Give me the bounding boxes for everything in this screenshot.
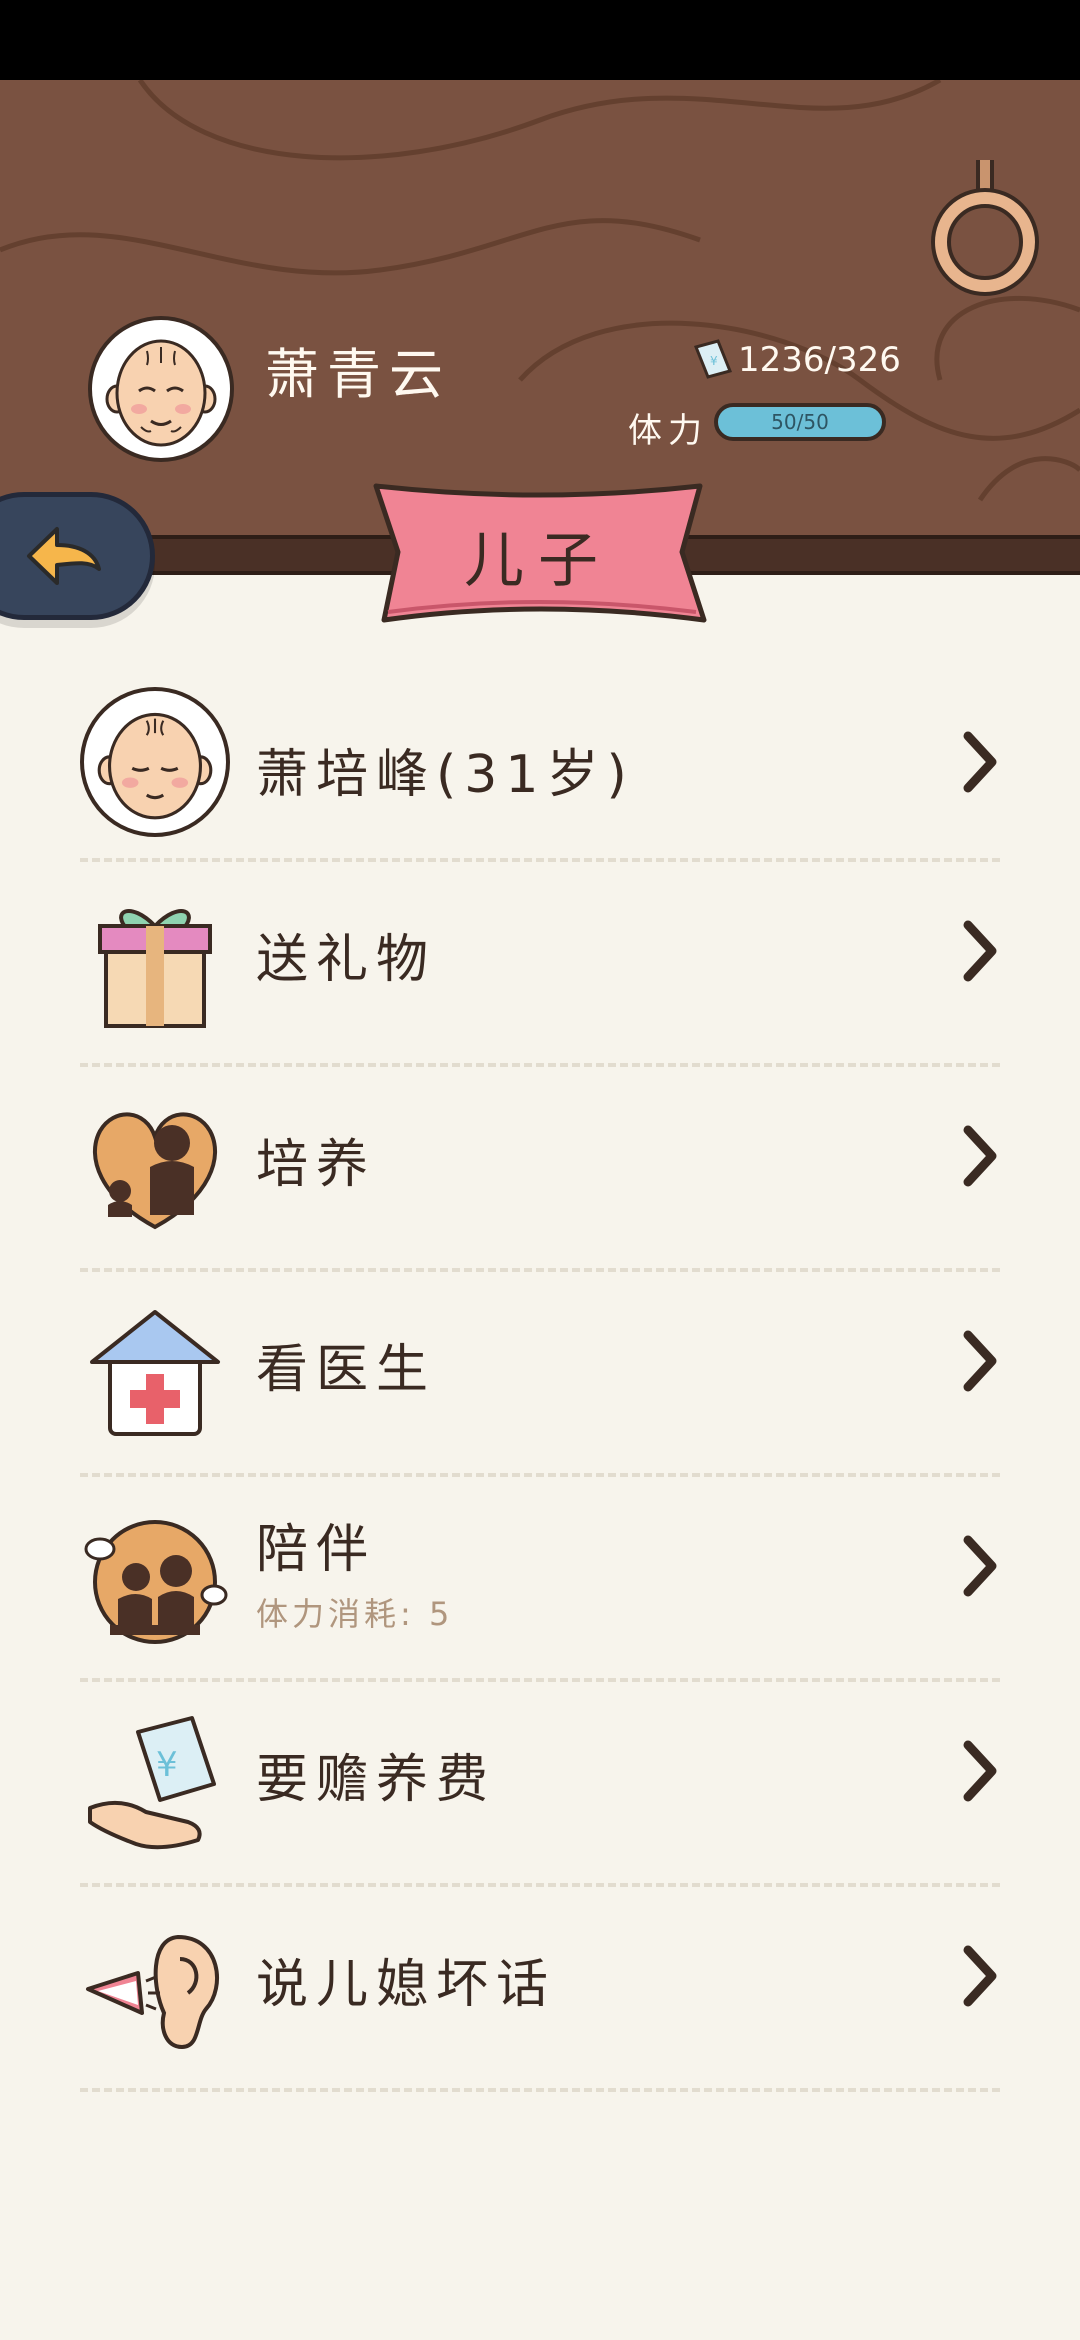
elder-face-icon [105,339,217,447]
see-doctor-row[interactable]: 看医生 [80,1272,1000,1477]
chevron-right-icon [963,920,997,982]
money-in-hand-icon: ¥ [88,1716,216,1850]
stamina-cost-label: 体力消耗: 5 [256,1595,454,1633]
banknote-icon: ¥ [693,339,733,379]
accompany-row[interactable]: 陪伴 体力消耗: 5 [80,1477,1000,1682]
baby-face-icon [97,712,213,820]
nurture-row[interactable]: 培养 [80,1067,1000,1272]
chevron-right-icon [963,731,997,793]
back-arrow-icon [27,527,101,585]
nurture-label: 培养 [256,1135,377,1195]
gift-box-icon [98,909,212,1028]
player-name: 萧青云 [265,343,451,406]
send-gift-label: 送礼物 [256,930,437,990]
header-panel: 萧青云 ¥ 1236/326 体力 50/50 [0,80,1080,535]
accompany-label: 陪伴 [256,1520,377,1580]
see-doctor-label: 看医生 [256,1340,437,1400]
svg-text:¥: ¥ [710,354,718,368]
gossip-label: 说儿媳坏话 [256,1955,557,2015]
send-gift-row[interactable]: 送礼物 [80,862,1000,1067]
money-counter: 1236/326 [738,340,901,380]
action-menu: 萧培峰(31岁) 送礼物 培养 看医生 陪伴 体力消耗: 5 ¥ 要赡养费 说儿… [80,582,1000,2092]
chevron-right-icon [963,1740,997,1802]
son-info-row[interactable]: 萧培峰(31岁) [80,582,1000,862]
son-name-label: 萧培峰(31岁) [256,745,635,805]
chevron-right-icon [963,1125,997,1187]
wood-grain-background [0,80,1080,502]
chevron-right-icon [963,1330,997,1392]
stamina-bar: 50/50 [714,403,886,441]
parent-child-heart-icon [92,1112,218,1230]
ask-alimony-row[interactable]: ¥ 要赡养费 [80,1682,1000,1887]
status-bar [0,0,1080,80]
stamina-label: 体力 [628,411,708,451]
player-avatar[interactable] [88,316,234,462]
whisper-ear-icon [86,1934,219,2050]
family-together-icon [84,1520,228,1644]
son-avatar [80,687,230,837]
hanging-ring-icon [931,160,1039,296]
chevron-right-icon [963,1535,997,1597]
stamina-value: 50/50 [771,410,829,434]
chevron-right-icon [963,1945,997,2007]
svg-text:¥: ¥ [156,1745,178,1785]
gossip-row[interactable]: 说儿媳坏话 [80,1887,1000,2092]
ask-alimony-label: 要赡养费 [256,1750,497,1810]
hospital-house-icon [90,1310,220,1436]
